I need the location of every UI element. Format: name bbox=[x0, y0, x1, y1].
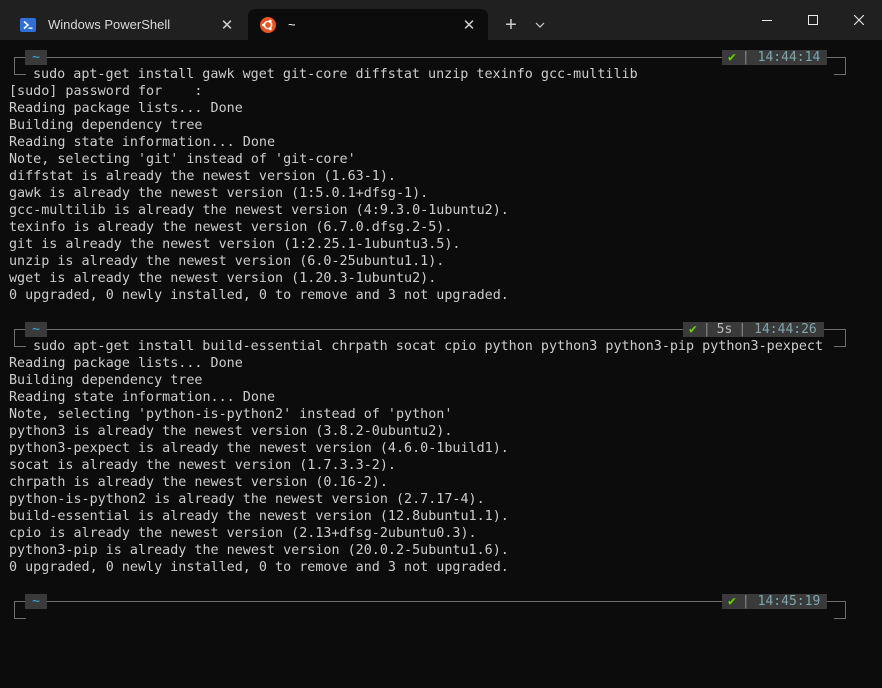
output-line: Building dependency tree bbox=[9, 118, 203, 133]
output-line: 0 upgraded, 0 newly installed, 0 to remo… bbox=[9, 560, 509, 575]
output-line: unzip is already the newest version (6.0… bbox=[9, 254, 445, 269]
output-line: python-is-python2 is already the newest … bbox=[9, 492, 485, 507]
output-line: 0 upgraded, 0 newly installed, 0 to remo… bbox=[9, 288, 509, 303]
output-line: git is already the newest version (1:2.2… bbox=[9, 237, 461, 252]
powershell-icon bbox=[20, 17, 36, 33]
output-line: python3-pip is already the newest versio… bbox=[9, 543, 509, 558]
status-segment: ✔ | 5s | 14:44:26 bbox=[683, 322, 824, 337]
output-line: [sudo] password for : bbox=[9, 84, 203, 99]
output-line: cpio is already the newest version (2.13… bbox=[9, 526, 477, 541]
output-line: python3 is already the newest version (3… bbox=[9, 424, 453, 439]
output-line: wget is already the newest version (1.20… bbox=[9, 271, 437, 286]
timestamp: 14:44:26 bbox=[754, 322, 817, 337]
output-line: Note, selecting 'python-is-python2' inst… bbox=[9, 407, 453, 422]
maximize-button[interactable] bbox=[790, 0, 836, 40]
output-line: Building dependency tree bbox=[9, 373, 203, 388]
tab-ubuntu[interactable]: ~ ✕ bbox=[248, 9, 488, 40]
output-line: python3-pexpect is already the newest ve… bbox=[9, 441, 509, 456]
directory-badge: ~ bbox=[25, 322, 47, 337]
timestamp: 14:45:19 bbox=[757, 594, 821, 609]
command-line: sudo apt-get install build-essential chr… bbox=[33, 339, 824, 354]
success-check-icon: ✔ bbox=[728, 50, 736, 65]
tab-windows-powershell[interactable]: Windows PowerShell ✕ bbox=[8, 9, 246, 40]
separator: | bbox=[738, 322, 747, 337]
output-line: texinfo is already the newest version (6… bbox=[9, 220, 453, 235]
output-line: Reading package lists... Done bbox=[9, 356, 243, 371]
close-tab-icon[interactable]: ✕ bbox=[216, 14, 238, 36]
separator: | bbox=[741, 594, 750, 609]
output-line: chrpath is already the newest version (0… bbox=[9, 475, 388, 490]
command-duration: 5s bbox=[716, 322, 733, 337]
title-bar: Windows PowerShell ✕ ~ ✕ + bbox=[0, 0, 882, 40]
success-check-icon: ✔ bbox=[689, 322, 697, 337]
ubuntu-icon bbox=[260, 16, 276, 33]
output-line: socat is already the newest version (1.7… bbox=[9, 458, 396, 473]
output-line: build-essential is already the newest ve… bbox=[9, 509, 509, 524]
output-line: Reading state information... Done bbox=[9, 135, 276, 150]
output-line: gawk is already the newest version (1:5.… bbox=[9, 186, 429, 201]
output-line: diffstat is already the newest version (… bbox=[9, 169, 396, 184]
output-line: Reading package lists... Done bbox=[9, 101, 243, 116]
success-check-icon: ✔ bbox=[728, 594, 736, 609]
timestamp: 14:44:14 bbox=[757, 50, 821, 65]
output-line: Reading state information... Done bbox=[9, 390, 276, 405]
command-line: sudo apt-get install gawk wget git-core … bbox=[33, 67, 638, 82]
tab-label: ~ bbox=[288, 17, 296, 32]
close-window-button[interactable] bbox=[836, 0, 882, 40]
output-line: gcc-multilib is already the newest versi… bbox=[9, 203, 509, 218]
output-line: Note, selecting 'git' instead of 'git-co… bbox=[9, 152, 356, 167]
status-segment: ✔ | 14:45:19 bbox=[722, 594, 828, 609]
terminal-window: Windows PowerShell ✕ ~ ✕ + ~ ✔ | 14:44:1… bbox=[0, 0, 882, 688]
terminal-output[interactable]: ~ ✔ | 14:44:14 sudo apt-get install gawk… bbox=[0, 40, 882, 688]
minimize-button[interactable] bbox=[744, 0, 790, 40]
close-tab-icon[interactable]: ✕ bbox=[458, 14, 480, 36]
separator: | bbox=[702, 322, 711, 337]
directory-badge: ~ bbox=[25, 50, 47, 65]
status-segment: ✔ | 14:44:14 bbox=[722, 50, 828, 65]
directory-badge: ~ bbox=[25, 594, 47, 609]
tab-label: Windows PowerShell bbox=[48, 17, 171, 32]
prompt-frame: ~ ✔ | 14:45:19 bbox=[0, 594, 882, 630]
new-tab-button[interactable]: + bbox=[498, 12, 524, 38]
separator: | bbox=[741, 50, 750, 65]
chevron-down-icon[interactable] bbox=[528, 12, 552, 38]
